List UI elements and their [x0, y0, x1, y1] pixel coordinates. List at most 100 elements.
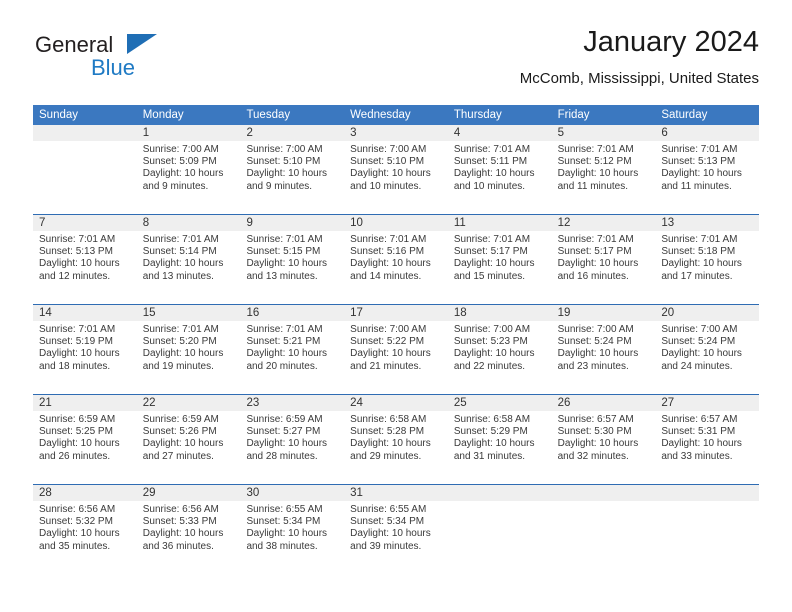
calendar-day-cell-empty [552, 485, 656, 574]
daylight-text-line1: Daylight: 10 hours [142, 258, 224, 270]
calendar-day-cell[interactable]: 27 Sunrise: 6:57 AM Sunset: 5:31 PM Dayligh… [655, 395, 759, 484]
daylight-text-line1: Daylight: 10 hours [453, 348, 535, 360]
calendar-day-cell[interactable]: 7 Sunrise: 7:01 AM Sunset: 5:13 PM Daylight… [33, 215, 137, 304]
sunrise-text: Sunrise: 6:59 AM [142, 414, 219, 425]
sunset-text: Sunset: 5:09 PM [142, 156, 217, 168]
calendar-day-cell[interactable]: 26 Sunrise: 6:57 AM Sunset: 5:30 PM Dayligh… [552, 395, 656, 484]
calendar-day-cell[interactable]: 12 Sunrise: 7:01 AM Sunset: 5:17 PM Dayligh… [552, 215, 656, 304]
day-sun-info: Sunrise: 6:55 AM Sunset: 5:34 PM Daylight:… [350, 504, 445, 553]
calendar-day-cell[interactable]: 23 Sunrise: 6:59 AM Sunset: 5:27 PM Dayligh… [240, 395, 344, 484]
daylight-text-line2: and 38 minutes. [246, 540, 318, 552]
calendar-day-cell[interactable]: 17 Sunrise: 7:00 AM Sunset: 5:22 PM Dayligh… [344, 305, 448, 394]
daylight-text-line1: Daylight: 10 hours [39, 438, 120, 450]
day-sun-info: Sunrise: 7:01 AM Sunset: 5:18 PM Daylight:… [661, 234, 756, 283]
daylight-text-line1: Daylight: 10 hours [453, 168, 535, 180]
calendar-day-cell[interactable]: 13 Sunrise: 7:01 AM Sunset: 5:18 PM Dayligh… [655, 215, 759, 304]
sunrise-text: Sunrise: 7:00 AM [142, 144, 219, 155]
calendar-day-cell[interactable]: 2 Sunrise: 7:00 AM Sunset: 5:10 PM Daylight… [240, 125, 344, 214]
sunrise-text: Sunrise: 6:56 AM [39, 504, 116, 515]
sunrise-text: Sunrise: 6:57 AM [661, 414, 738, 425]
daylight-text-line2: and 21 minutes. [350, 360, 422, 372]
sunrise-text: Sunrise: 7:01 AM [350, 234, 427, 245]
calendar-day-cell[interactable]: 11 Sunrise: 7:01 AM Sunset: 5:17 PM Dayligh… [448, 215, 552, 304]
day-number: 11 [453, 217, 466, 229]
calendar-day-cell[interactable]: 30 Sunrise: 6:55 AM Sunset: 5:34 PM Dayligh… [240, 485, 344, 574]
sunset-text: Sunset: 5:28 PM [350, 426, 425, 438]
general-blue-logo: General Blue [33, 32, 233, 92]
day-number: 30 [246, 487, 260, 499]
weekday-thursday: Thursday [453, 109, 502, 121]
daylight-text-line2: and 9 minutes. [142, 180, 209, 192]
day-sun-info: Sunrise: 7:00 AM Sunset: 5:22 PM Daylight:… [350, 324, 445, 373]
daylight-text-line1: Daylight: 10 hours [142, 438, 224, 450]
calendar-day-cell[interactable]: 24 Sunrise: 6:58 AM Sunset: 5:28 PM Dayligh… [344, 395, 448, 484]
sunset-text: Sunset: 5:16 PM [350, 246, 425, 258]
day-number: 28 [39, 487, 52, 499]
sunset-text: Sunset: 5:11 PM [453, 156, 528, 168]
daylight-text-line2: and 14 minutes. [350, 270, 422, 282]
day-sun-info: Sunrise: 7:01 AM Sunset: 5:14 PM Daylight:… [143, 234, 238, 283]
day-sun-info: Sunrise: 7:01 AM Sunset: 5:12 PM Daylight:… [558, 144, 653, 193]
day-sun-info: Sunrise: 6:59 AM Sunset: 5:26 PM Daylight:… [143, 414, 238, 463]
page-header: General Blue January 2024 McComb, Missis… [33, 26, 759, 98]
daylight-text-line2: and 12 minutes. [39, 270, 111, 282]
day-sun-info: Sunrise: 6:56 AM Sunset: 5:33 PM Daylight:… [143, 504, 238, 553]
calendar-day-cell[interactable]: 8 Sunrise: 7:01 AM Sunset: 5:14 PM Daylight… [137, 215, 241, 304]
sunrise-text: Sunrise: 7:01 AM [557, 234, 634, 245]
daylight-text-line1: Daylight: 10 hours [661, 258, 742, 270]
calendar-page: General Blue January 2024 McComb, Missis… [0, 0, 792, 612]
day-number: 4 [453, 127, 461, 139]
sunrise-text: Sunrise: 7:01 AM [142, 324, 219, 335]
calendar-day-cell[interactable]: 3 Sunrise: 7:00 AM Sunset: 5:10 PM Daylight… [344, 125, 448, 214]
calendar-week-row: 7 Sunrise: 7:01 AM Sunset: 5:13 PM Daylight… [33, 214, 759, 304]
calendar-day-cell[interactable]: 10 Sunrise: 7:01 AM Sunset: 5:16 PM Dayligh… [344, 215, 448, 304]
sunrise-text: Sunrise: 6:55 AM [350, 504, 427, 515]
calendar-day-cell[interactable]: 19 Sunrise: 7:00 AM Sunset: 5:24 PM Dayligh… [552, 305, 656, 394]
calendar-day-cell[interactable]: 4 Sunrise: 7:01 AM Sunset: 5:11 PM Daylight… [448, 125, 552, 214]
daylight-text-line2: and 39 minutes. [350, 540, 422, 552]
daylight-text-line1: Daylight: 10 hours [142, 528, 224, 540]
weekday-monday: Monday [142, 109, 184, 121]
calendar-day-cell[interactable]: 21 Sunrise: 6:59 AM Sunset: 5:25 PM Dayligh… [33, 395, 137, 484]
daylight-text-line1: Daylight: 10 hours [39, 348, 120, 360]
sunset-text: Sunset: 5:18 PM [661, 246, 736, 258]
calendar-day-cell[interactable]: 22 Sunrise: 6:59 AM Sunset: 5:26 PM Dayligh… [137, 395, 241, 484]
sunset-text: Sunset: 5:13 PM [661, 156, 736, 168]
calendar-day-cell[interactable]: 31 Sunrise: 6:55 AM Sunset: 5:34 PM Dayligh… [344, 485, 448, 574]
calendar-day-cell[interactable]: 6 Sunrise: 7:01 AM Sunset: 5:13 PM Daylight… [655, 125, 759, 214]
daylight-text-line2: and 9 minutes. [246, 180, 313, 192]
daylight-text-line1: Daylight: 10 hours [661, 438, 742, 450]
day-number: 14 [39, 307, 52, 319]
day-sun-info: Sunrise: 7:01 AM Sunset: 5:16 PM Daylight:… [350, 234, 445, 283]
daylight-text-line2: and 15 minutes. [453, 270, 526, 282]
calendar-day-cell[interactable]: 16 Sunrise: 7:01 AM Sunset: 5:21 PM Dayligh… [240, 305, 344, 394]
calendar-day-cell[interactable]: 15 Sunrise: 7:01 AM Sunset: 5:20 PM Dayligh… [137, 305, 241, 394]
sunset-text: Sunset: 5:26 PM [142, 426, 217, 438]
day-number: 19 [557, 307, 571, 319]
calendar-day-cell[interactable]: 14 Sunrise: 7:01 AM Sunset: 5:19 PM Dayligh… [33, 305, 137, 394]
calendar-day-cell[interactable]: 29 Sunrise: 6:56 AM Sunset: 5:33 PM Dayligh… [137, 485, 241, 574]
calendar-day-cell[interactable]: 18 Sunrise: 7:00 AM Sunset: 5:23 PM Dayligh… [448, 305, 552, 394]
day-number: 1 [142, 127, 150, 139]
daylight-text-line2: and 17 minutes. [661, 270, 733, 282]
calendar-day-cell[interactable]: 9 Sunrise: 7:01 AM Sunset: 5:15 PM Daylight… [240, 215, 344, 304]
sunset-text: Sunset: 5:17 PM [557, 246, 632, 258]
day-sun-info: Sunrise: 7:00 AM Sunset: 5:10 PM Daylight:… [350, 144, 445, 193]
day-sun-info: Sunrise: 6:57 AM Sunset: 5:31 PM Daylight:… [661, 414, 756, 463]
day-number: 8 [142, 217, 150, 229]
calendar-day-cell[interactable]: 20 Sunrise: 7:00 AM Sunset: 5:24 PM Dayligh… [655, 305, 759, 394]
calendar-day-cell[interactable]: 1 Sunrise: 7:00 AM Sunset: 5:09 PM Daylight… [137, 125, 241, 214]
day-sun-info: Sunrise: 6:57 AM Sunset: 5:30 PM Daylight:… [558, 414, 653, 463]
day-sun-info: Sunrise: 7:00 AM Sunset: 5:09 PM Daylight:… [143, 144, 238, 193]
sunrise-text: Sunrise: 6:58 AM [453, 414, 531, 425]
day-number: 25 [453, 397, 467, 409]
calendar-day-cell[interactable]: 5 Sunrise: 7:01 AM Sunset: 5:12 PM Daylight… [552, 125, 656, 214]
calendar-week-cells: 7 Sunrise: 7:01 AM Sunset: 5:13 PM Daylight… [33, 215, 759, 304]
sunset-text: Sunset: 5:12 PM [557, 156, 632, 168]
sunset-text: Sunset: 5:31 PM [661, 426, 736, 438]
sunrise-text: Sunrise: 7:01 AM [557, 144, 634, 155]
day-sun-info: Sunrise: 7:00 AM Sunset: 5:24 PM Daylight:… [558, 324, 653, 373]
calendar-day-cell[interactable]: 25 Sunrise: 6:58 AM Sunset: 5:29 PM Dayligh… [448, 395, 552, 484]
daylight-text-line2: and 24 minutes. [661, 360, 733, 372]
calendar-day-cell[interactable]: 28 Sunrise: 6:56 AM Sunset: 5:32 PM Dayligh… [33, 485, 137, 574]
